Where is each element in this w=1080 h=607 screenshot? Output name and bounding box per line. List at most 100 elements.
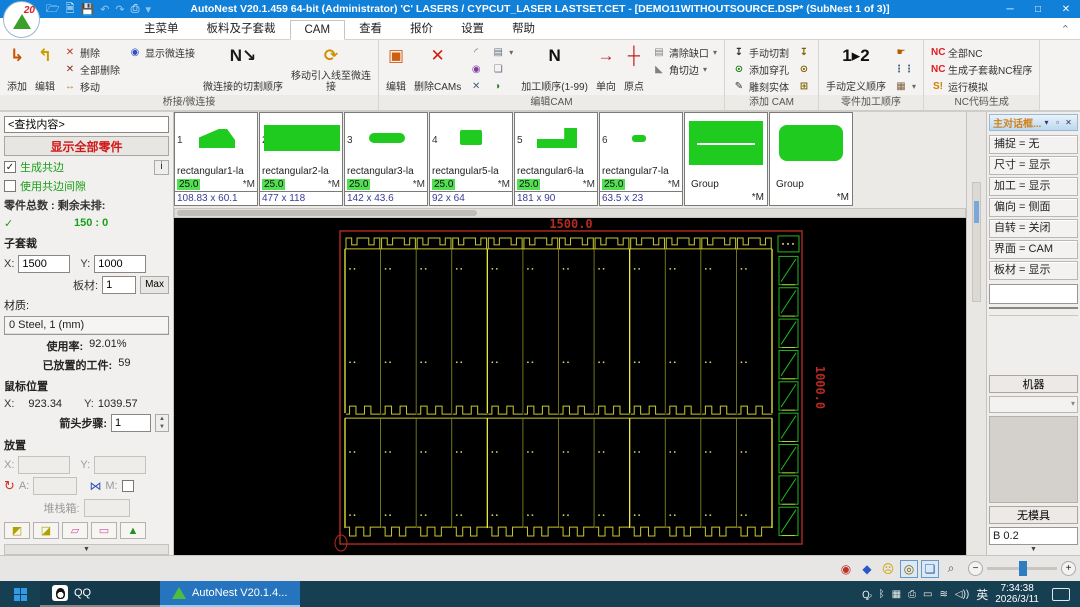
ribbon-collapse-icon[interactable]: ⌃ — [1061, 23, 1070, 36]
bluetooth-icon[interactable]: ᛒ — [879, 589, 885, 600]
ribbon-iconbutton-engrave-abc[interactable]: ⊞ — [794, 78, 814, 94]
zoom-out-button[interactable]: − — [968, 561, 983, 576]
ribbon-button-微连接的切割顺序[interactable]: N↘ 微连接的切割顺序 — [200, 42, 286, 95]
nest-result-icon[interactable]: ◉ — [837, 560, 855, 578]
ribbon-iconbutton-copy-cam[interactable]: ❏ — [488, 61, 516, 77]
save-icon[interactable]: 💾 — [81, 3, 95, 16]
ribbon-iconbutton-leaf[interactable]: ◗ — [488, 78, 516, 94]
common-edge-checkbox[interactable]: ✓ — [4, 161, 16, 174]
new-icon[interactable]: 🗁 — [46, 0, 60, 19]
ribbon-button-全部删除[interactable]: ✕ 全部删除 — [60, 61, 123, 77]
part-card-3[interactable]: 3 rectangular3-la 25.0 *M 142 x 43.6 — [344, 112, 428, 206]
zoom-slider-track[interactable] — [987, 561, 1057, 576]
gem-icon[interactable]: ◆ — [858, 560, 876, 578]
butterfly-part-icon[interactable]: ◪ — [33, 522, 59, 540]
qq-tray-icon[interactable]: Ꝙ — [862, 587, 872, 601]
ribbon-iconbutton-leadin-cut[interactable]: ✕ — [466, 78, 486, 94]
info-button[interactable]: i — [154, 159, 169, 175]
blue-app-icon[interactable]: ▦ — [892, 589, 901, 600]
show-all-parts-button[interactable]: 显示全部零件 — [4, 135, 169, 157]
material-dropdown[interactable]: 0 Steel, 1 (mm) — [4, 316, 169, 336]
taskbar-app-qq[interactable]: QQ — [40, 581, 160, 607]
machine-button[interactable]: 机器 — [989, 375, 1078, 393]
ribbon-button-删除[interactable]: ✕ 删除 — [60, 44, 123, 60]
ribbon-button-编辑[interactable]: ▣ 编辑 — [383, 42, 409, 95]
notification-center-icon[interactable] — [1052, 587, 1070, 601]
minimize-button[interactable]: ─ — [996, 4, 1024, 15]
ribbon-button-雕刻实体[interactable]: ✎ 雕刻实体 — [729, 78, 792, 94]
part-card-6[interactable]: 6 rectangular7-la 25.0 *M 63.5 x 23 — [599, 112, 683, 206]
menu-item-2[interactable]: 板料及子套裁 — [193, 17, 290, 39]
ribbon-button-手动定义顺序[interactable]: 1▸2 手动定义顺序 — [823, 42, 889, 95]
pink-part-icon[interactable]: ▱ — [62, 522, 88, 540]
ribbon-iconbutton-cut-abc[interactable]: ↧ — [794, 44, 814, 60]
panel-toggle-2[interactable]: 尺寸 = 显示 — [989, 156, 1078, 175]
max-button[interactable]: Max — [140, 275, 169, 294]
zoom-in-button[interactable]: + — [1061, 561, 1076, 576]
part-card-2[interactable]: 2rectangular2-la25.0*M477 x 118 — [259, 112, 343, 206]
panel-splitter[interactable] — [989, 307, 1078, 316]
panel-toggle-3[interactable]: 加工 = 显示 — [989, 177, 1078, 196]
vertical-scrollbar[interactable] — [972, 182, 981, 302]
print-icon[interactable]: ⎙ — [131, 3, 140, 16]
arrow-step-field[interactable] — [111, 413, 151, 432]
record-icon[interactable]: ◎ — [900, 559, 918, 578]
parts-scrollbar-thumb[interactable] — [177, 210, 478, 216]
ribbon-iconbutton-pierce-abc[interactable]: ⊙ — [794, 61, 814, 77]
ribbon-iconbutton-leadin-curve[interactable]: ◜ — [466, 44, 486, 60]
layers-icon[interactable]: ❏ — [921, 559, 939, 578]
ribbon-iconbutton-order-hand[interactable]: ☛ — [891, 44, 919, 60]
ime-indicator[interactable]: 英 — [976, 586, 988, 603]
battery-icon[interactable]: ▭ — [923, 589, 932, 600]
panel-toggle-5[interactable]: 自转 = 关闭 — [989, 219, 1078, 238]
wifi-icon[interactable]: ≋ — [939, 589, 947, 600]
machine-dropdown[interactable]: ▾ — [989, 396, 1078, 413]
menu-item-6[interactable]: 设置 — [447, 17, 498, 39]
start-button[interactable] — [0, 581, 40, 607]
die-field[interactable]: B 0.2 — [989, 527, 1078, 545]
panel-toggle-4[interactable]: 偏向 = 侧面 — [989, 198, 1078, 217]
panel-pin-icon[interactable]: ▫ — [1052, 118, 1063, 127]
menu-item-4[interactable]: 查看 — [345, 17, 396, 39]
part-card-1[interactable]: 1 rectangular1-la 25.0 *M 108.83 x 60.1 — [174, 112, 258, 206]
panel-close-icon[interactable]: ✕ — [1063, 118, 1074, 127]
app-logo[interactable]: 20 — [3, 1, 40, 38]
ribbon-button-全部NC[interactable]: NC 全部NC — [928, 44, 1035, 60]
menu-item-7[interactable]: 帮助 — [498, 17, 549, 39]
sidebar-collapse-strip[interactable]: ▼ — [4, 544, 169, 556]
ribbon-button-添加穿孔[interactable]: ⊙ 添加穿孔 — [729, 61, 792, 77]
menu-item-3[interactable]: CAM — [289, 20, 346, 40]
part-card-group-1[interactable]: Group *M — [684, 112, 768, 206]
sheet-count-field[interactable] — [102, 275, 137, 294]
ribbon-button-原点[interactable]: ┼ 原点 — [621, 42, 647, 95]
ribbon-iconbutton-order-list[interactable]: ⋮⋮ — [891, 61, 919, 77]
vertical-scrollbar-thumb[interactable] — [974, 201, 979, 223]
nesting-canvas[interactable]: 1500.0 1000.0 — [174, 218, 966, 555]
menu-item-1[interactable]: 主菜单 — [130, 17, 193, 39]
panel-toggle-1[interactable]: 捕捉 = 无 — [989, 135, 1078, 154]
ribbon-button-删除CAMs[interactable]: ✕ 删除CAMs — [411, 42, 464, 95]
search-input[interactable] — [4, 116, 169, 133]
arrow-step-spinner[interactable]: ▲ ▼ — [155, 413, 169, 432]
ribbon-iconbutton-grid-list[interactable]: ▤ ▾ — [488, 44, 516, 60]
triangle-up-icon[interactable]: ▲ — [120, 522, 146, 540]
ribbon-button-单向[interactable]: → 单向 — [593, 42, 619, 95]
taskbar-app-autonest[interactable]: AutoNest V20.1.4... — [160, 581, 300, 607]
ribbon-button-移动引入线至微连接[interactable]: ⟳ 移动引入线至微连接 — [288, 42, 374, 95]
close-button[interactable]: ✕ — [1052, 4, 1080, 15]
speaker-icon[interactable]: ◁)) — [955, 589, 969, 600]
menu-item-5[interactable]: 报价 — [396, 17, 447, 39]
panel-collapse-strip[interactable]: ▼ — [989, 545, 1078, 555]
qat-dropdown-icon[interactable]: ▾ — [145, 3, 151, 16]
ribbon-button-加工顺序-1-99-[interactable]: N 加工顺序(1-99) — [518, 42, 591, 95]
taskbar-clock[interactable]: 7:34:38 2026/3/11 — [995, 583, 1039, 605]
zoom-slider-thumb[interactable] — [1018, 561, 1027, 576]
usb-icon[interactable]: ⎙ — [908, 589, 916, 600]
butterfly-nest-icon[interactable]: ◩ — [4, 522, 30, 540]
magnifier-icon[interactable]: ⌕ — [942, 560, 960, 578]
ribbon-button-手动切割[interactable]: ↧ 手动切割 — [729, 44, 792, 60]
undo-icon[interactable]: ↶ — [100, 3, 109, 16]
parts-scrollbar[interactable] — [174, 208, 966, 218]
panel-blank-field[interactable] — [989, 284, 1078, 304]
maximize-button[interactable]: □ — [1024, 4, 1052, 15]
